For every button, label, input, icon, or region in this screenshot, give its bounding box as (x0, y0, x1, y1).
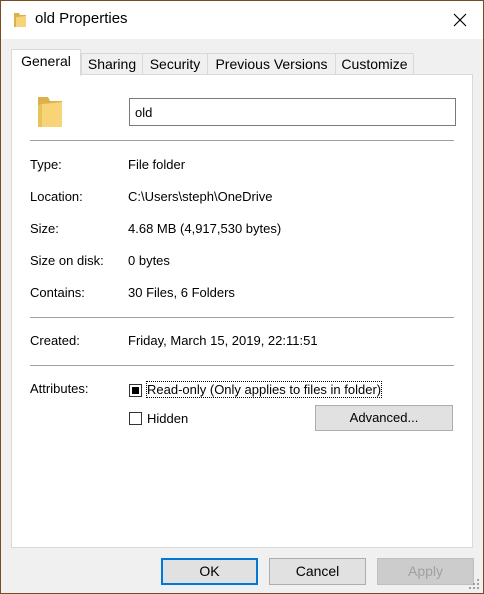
size-on-disk-value: 0 bytes (128, 253, 170, 268)
created-label: Created: (30, 333, 80, 348)
tab-customize[interactable]: Customize (335, 53, 414, 74)
location-value: C:\Users\steph\OneDrive (128, 189, 273, 204)
separator (30, 365, 454, 366)
type-value: File folder (128, 157, 186, 172)
window-title: old Properties (35, 10, 128, 27)
hidden-label[interactable]: Hidden (147, 411, 188, 426)
size-value: 4.68 MB (4,917,530 bytes) (128, 221, 282, 236)
resize-grip-icon[interactable] (468, 578, 480, 590)
attributes-label: Attributes: (30, 381, 89, 396)
advanced-button[interactable]: Advanced... (315, 405, 453, 431)
indeterminate-mark (132, 387, 139, 394)
ok-button[interactable]: OK (161, 558, 258, 585)
size-label: Size: (30, 221, 59, 236)
folder-icon (14, 13, 26, 27)
created-value: Friday, March 15, 2019, 22:11:51 (128, 333, 318, 348)
cancel-button[interactable]: Cancel (269, 558, 366, 585)
folder-name-input[interactable] (129, 98, 456, 126)
tab-previous-versions[interactable]: Previous Versions (207, 53, 336, 74)
tab-general[interactable]: General (11, 49, 81, 76)
folder-icon (38, 97, 62, 127)
location-label: Location: (30, 189, 83, 204)
contains-value: 30 Files, 6 Folders (128, 285, 235, 300)
properties-window: old Properties General Sharing Security … (0, 0, 484, 594)
tab-sharing[interactable]: Sharing (81, 53, 143, 74)
separator (30, 317, 454, 318)
close-button[interactable] (437, 1, 483, 39)
close-icon (453, 13, 467, 27)
hidden-checkbox[interactable] (129, 412, 142, 425)
size-on-disk-label: Size on disk: (30, 253, 104, 268)
readonly-label[interactable]: Read-only (Only applies to files in fold… (145, 381, 383, 398)
title-bar[interactable]: old Properties (1, 1, 483, 39)
type-label: Type: (30, 157, 62, 172)
readonly-checkbox[interactable] (129, 384, 142, 397)
separator (30, 140, 454, 141)
tab-security[interactable]: Security (142, 53, 208, 74)
contains-label: Contains: (30, 285, 85, 300)
apply-button[interactable]: Apply (377, 558, 474, 585)
general-panel: Type: File folder Location: C:\Users\ste… (11, 74, 473, 548)
